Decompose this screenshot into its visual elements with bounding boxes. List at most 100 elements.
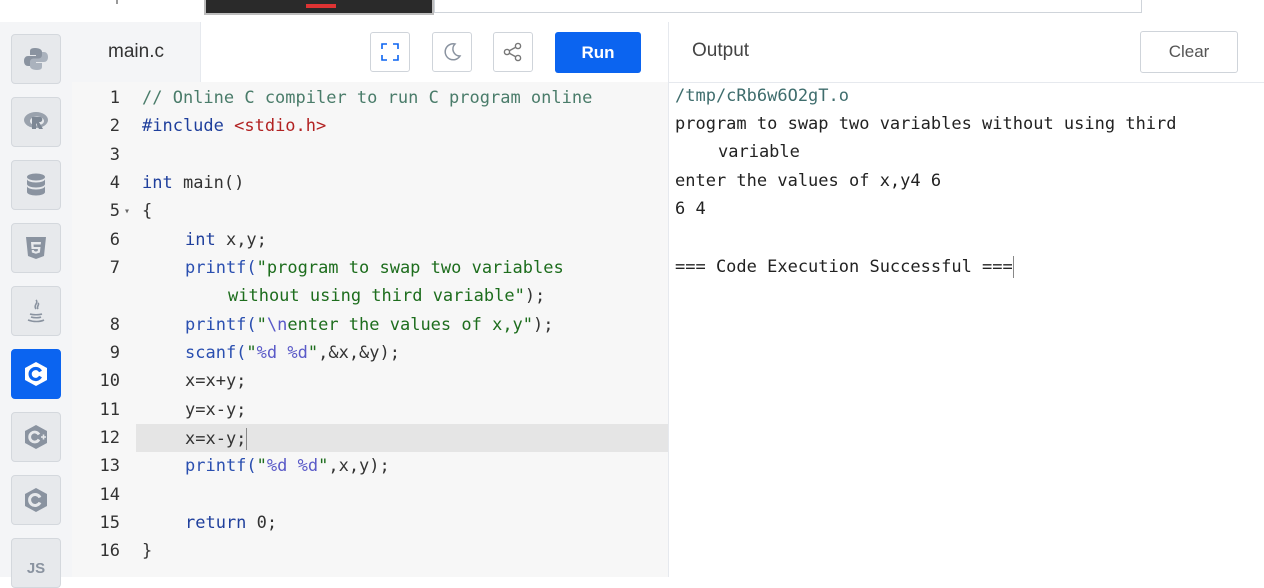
- thumbnail-button: [306, 4, 336, 8]
- output-line: variable: [718, 142, 800, 162]
- line-number: 6: [109, 230, 120, 250]
- sidebar-item-html[interactable]: [11, 223, 61, 273]
- line-number: 13: [99, 456, 120, 476]
- code-line: printf("%d %d",x,y);: [185, 456, 390, 476]
- code-line: x=x+y;: [185, 371, 247, 391]
- sidebar-item-r[interactable]: [11, 97, 61, 147]
- output-line: === Code Execution Successful ===: [675, 256, 1014, 278]
- code-area[interactable]: 1 2 3 4 5 ▾ 6 7 8 9 10 11 12 13 14 15 16…: [72, 82, 668, 577]
- code-line: int main(): [142, 173, 244, 193]
- code-line: // Online C compiler to run C program on…: [142, 88, 593, 108]
- sidebar-item-java[interactable]: [11, 286, 61, 336]
- html5-icon: [26, 237, 46, 259]
- sidebar-item-c[interactable]: [11, 349, 61, 399]
- video-thumbnail[interactable]: [204, 0, 434, 15]
- code-token: main(): [172, 173, 245, 193]
- output-status: === Code Execution Successful ===: [675, 257, 1013, 277]
- code-line: {: [142, 201, 153, 221]
- fold-toggle-icon[interactable]: ▾: [124, 206, 130, 217]
- code-token: ": [256, 315, 267, 335]
- code-token: ,x,y);: [328, 456, 390, 476]
- code-token: #include: [142, 116, 235, 136]
- output-line: /tmp/cRb6w6O2gT.o: [675, 86, 849, 106]
- code-token: ": [256, 456, 267, 476]
- code-line: #include <stdio.h>: [142, 116, 326, 136]
- csharp-icon: [25, 488, 47, 512]
- line-number: 4: [109, 173, 120, 193]
- code-line: y=x-y;: [185, 400, 247, 420]
- share-icon: [503, 42, 522, 62]
- line-number: 9: [109, 343, 120, 363]
- editor-toolbar: main.c Run: [72, 22, 668, 83]
- code-token: ": [307, 343, 319, 363]
- line-number: 14: [99, 485, 120, 505]
- code-token: without using third variable": [228, 286, 525, 306]
- fullscreen-icon: [381, 43, 399, 61]
- sidebar-item-python[interactable]: [11, 34, 61, 84]
- fullscreen-button[interactable]: [370, 32, 410, 72]
- code-line: return 0;: [185, 513, 277, 533]
- code-token: %d %d: [256, 343, 308, 363]
- output-line: enter the values of x,y4 6: [675, 171, 942, 191]
- theme-toggle-button[interactable]: [432, 32, 472, 72]
- line-number: 2: [109, 116, 120, 136]
- code-token: 0;: [246, 513, 278, 533]
- c-icon: [25, 362, 47, 386]
- file-tab[interactable]: main.c: [72, 22, 201, 82]
- code-editor-panel: main.c Run 1 2 3 4 5 ▾ 6 7 8 9 10 11 12 …: [72, 22, 668, 577]
- line-number: 16: [99, 541, 120, 561]
- java-icon: [27, 299, 45, 323]
- output-cursor: [1012, 256, 1014, 278]
- r-icon: [24, 112, 48, 129]
- sidebar-item-database[interactable]: [11, 160, 61, 210]
- code-token: printf(: [185, 315, 257, 335]
- top-tick: [116, 0, 118, 4]
- code-token: scanf(: [185, 343, 247, 363]
- clear-button[interactable]: Clear: [1140, 31, 1238, 73]
- python-icon: [24, 48, 48, 70]
- code-token: int: [185, 230, 216, 250]
- code-token: printf(: [185, 456, 257, 476]
- output-line: program to swap two variables without us…: [675, 114, 1177, 134]
- line-number: 7: [109, 258, 120, 278]
- code-line: printf("\nenter the values of x,y");: [185, 315, 554, 335]
- line-number: 8: [109, 315, 120, 335]
- code-token: x,y;: [215, 230, 267, 250]
- code-line-wrapped: without using third variable");: [228, 286, 545, 306]
- output-line: 6 4: [675, 199, 706, 219]
- active-line-highlight: [72, 424, 668, 452]
- line-number: 12: [99, 428, 120, 448]
- line-number: 1: [109, 88, 120, 108]
- top-banner-box: [434, 0, 1142, 13]
- run-button[interactable]: Run: [555, 32, 641, 73]
- code-line: int x,y;: [185, 230, 267, 250]
- code-token: return: [185, 513, 247, 533]
- code-token: ,&x,&y);: [318, 343, 400, 363]
- sidebar-item-csharp[interactable]: [11, 475, 61, 525]
- code-line: x=x-y;: [185, 428, 248, 450]
- line-number: 10: [99, 371, 120, 391]
- output-panel: Output Clear /tmp/cRb6w6O2gT.o program t…: [668, 22, 1264, 577]
- cpp-icon: [25, 425, 47, 449]
- code-token: ": [318, 456, 329, 476]
- js-icon: JS: [26, 560, 46, 577]
- sidebar-item-cpp[interactable]: [11, 412, 61, 462]
- code-token: );: [524, 286, 546, 306]
- code-token: );: [533, 315, 554, 335]
- code-line: }: [142, 541, 153, 561]
- code-token: \n: [266, 315, 288, 335]
- code-token: int: [142, 173, 173, 193]
- code-token: %d %d: [266, 456, 319, 476]
- code-token: <stdio.h>: [234, 116, 327, 136]
- database-icon: [27, 173, 45, 196]
- output-title: Output: [692, 40, 750, 61]
- line-number: 11: [99, 400, 120, 420]
- code-token: ": [246, 343, 257, 363]
- code-token: x=x-y;: [185, 429, 247, 449]
- line-number: 3: [109, 145, 120, 165]
- code-line: scanf("%d %d",&x,&y);: [185, 343, 400, 363]
- language-sidebar: JS: [0, 22, 73, 588]
- share-button[interactable]: [493, 32, 533, 72]
- moon-icon: [444, 43, 462, 61]
- sidebar-item-js[interactable]: JS: [11, 538, 61, 588]
